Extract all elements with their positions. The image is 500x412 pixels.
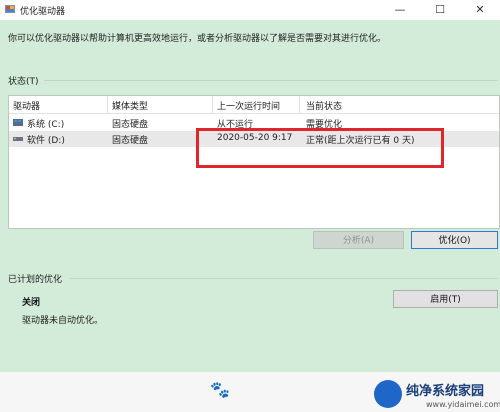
- media-type: 固态硬盘: [112, 136, 149, 146]
- maximize-button[interactable]: ☐: [420, 0, 460, 20]
- column-header-drive[interactable]: 驱动器: [13, 99, 40, 112]
- status-section-label: 状态(T): [8, 77, 39, 87]
- watermark-logo-icon: [374, 380, 402, 408]
- column-divider[interactable]: [107, 96, 108, 113]
- column-divider[interactable]: [212, 96, 213, 113]
- analyze-button[interactable]: 分析(A): [313, 231, 404, 249]
- enable-button[interactable]: 启用(T): [393, 290, 498, 308]
- drive-list-header: 驱动器 媒体类型 上一次运行时间 当前状态: [9, 96, 499, 114]
- minimize-button[interactable]: —: [380, 0, 420, 20]
- column-header-media-type[interactable]: 媒体类型: [112, 99, 148, 112]
- defrag-app-icon: [5, 5, 15, 13]
- system-drive-icon: [13, 119, 23, 126]
- watermark: 纯净系统家园 www.yidaimei.com: [374, 378, 500, 412]
- status-divider: [44, 80, 498, 81]
- drive-name: 软件 (D:): [27, 136, 65, 146]
- column-divider[interactable]: [299, 96, 300, 113]
- optimize-drives-window: 优化驱动器 — ☐ ✕ 你可以优化驱动器以帮助计算机更高效地运行，或者分析驱动器…: [0, 0, 500, 412]
- drive-name: 系统 (C:): [27, 120, 65, 130]
- schedule-state: 关闭: [22, 298, 41, 308]
- title-bar: 优化驱动器 — ☐ ✕: [0, 0, 500, 20]
- watermark-title: 纯净系统家园: [406, 384, 485, 399]
- schedule-description: 驱动器未自动优化。: [22, 316, 104, 326]
- highlight-box: [196, 128, 444, 168]
- close-button[interactable]: ✕: [460, 0, 500, 20]
- watermark-url: www.yidaimei.com: [426, 400, 500, 409]
- intro-text: 你可以优化驱动器以帮助计算机更高效地运行，或者分析驱动器以了解是否需要对其进行优…: [8, 34, 387, 44]
- window-title: 优化驱动器: [20, 7, 66, 17]
- optimize-button[interactable]: 优化(O): [411, 231, 498, 249]
- media-type: 固态硬盘: [112, 120, 149, 130]
- schedule-divider: [70, 278, 498, 279]
- scheduled-optimization-label: 已计划的优化: [8, 275, 63, 285]
- drive-icon: [13, 137, 23, 141]
- column-header-current-status[interactable]: 当前状态: [306, 99, 342, 112]
- paw-icon: 🐾: [210, 380, 230, 399]
- column-header-last-run[interactable]: 上一次运行时间: [217, 99, 280, 112]
